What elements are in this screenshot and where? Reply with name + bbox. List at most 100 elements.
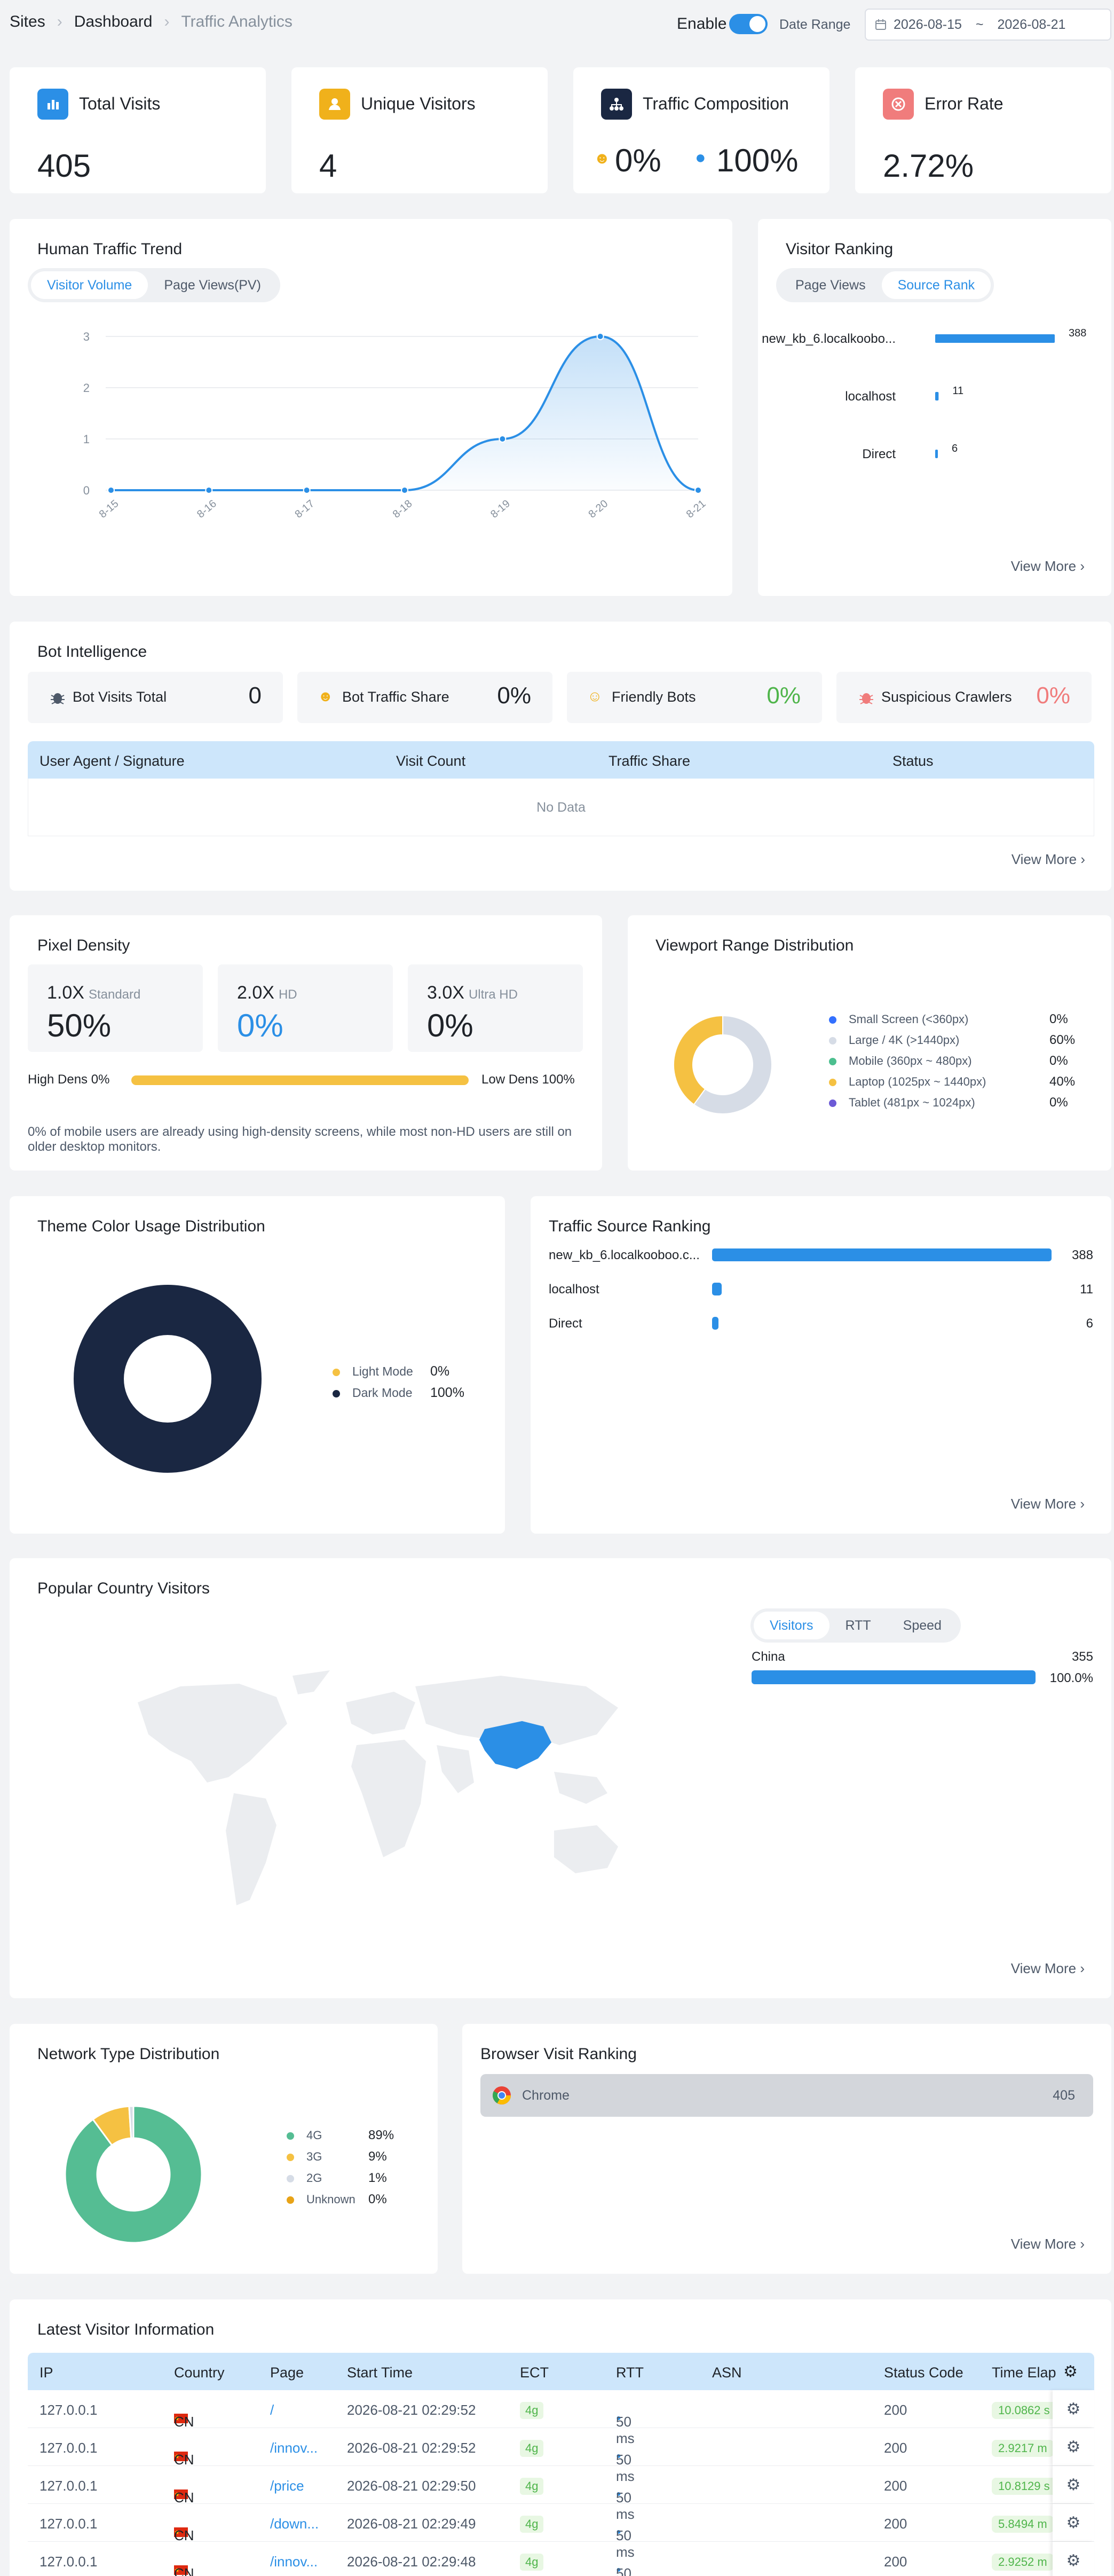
enable-label: Enable — [677, 15, 727, 33]
status-code-cell: 200 — [884, 2554, 907, 2570]
legend-label: Mobile (360px ~ 480px) — [849, 1054, 972, 1067]
y-tick-label: 0 — [83, 484, 90, 497]
close-circle-icon — [883, 89, 914, 120]
density-value: 0% — [237, 1008, 283, 1043]
legend-dot — [287, 2132, 294, 2140]
page-link[interactable]: /price — [270, 2478, 304, 2494]
table-row[interactable]: 127.0.0.1 ★ CN/2026-08-21 02:29:52 4g ● 50 ms… — [28, 2390, 1094, 2446]
start-time-cell: 2026-08-21 02:29:50 — [347, 2478, 476, 2494]
bot-visits-total-value: 0 — [248, 682, 262, 709]
date-range-picker[interactable]: 2026-08-15 ~ 2026-08-21 — [865, 9, 1111, 41]
density-ratio: 1.0X — [47, 983, 84, 1003]
page-link[interactable]: /innov... — [270, 2554, 318, 2570]
breadcrumb-sites[interactable]: Sites — [10, 13, 45, 31]
gear-icon[interactable]: ⚙ — [1053, 2428, 1094, 2465]
density-tile-ultra-hd: 3.0X Ultra HD 0% — [408, 964, 583, 1052]
table-row[interactable]: 127.0.0.1 ★ CN/innov... 2026-08-21 02:29:48… — [28, 2542, 1094, 2576]
data-point — [499, 435, 507, 443]
visitor-ranking-view-more[interactable]: View More › — [1011, 558, 1085, 575]
ect-badge: 4g — [520, 2478, 544, 2495]
unique-visitors-label: Unique Visitors — [361, 94, 476, 113]
page-link[interactable]: / — [270, 2402, 274, 2418]
time-elapsed-badge: 2.9217 m — [992, 2440, 1054, 2457]
col-traffic-share: Traffic Share — [609, 753, 691, 769]
chevron-right-icon: › — [164, 13, 170, 30]
visitor-ranking-card: Visitor Ranking Page Views Source Rank n… — [758, 219, 1111, 596]
table-row[interactable]: 127.0.0.1 ★ CN/down... 2026-08-21 02:29:49 4… — [28, 2504, 1094, 2560]
time-elapsed-badge: 5.8494 m — [992, 2516, 1054, 2533]
x-tick-label: 8-15 — [97, 498, 121, 521]
legend-dot — [829, 1079, 836, 1086]
gear-icon[interactable]: ⚙ — [1058, 2362, 1078, 2381]
legend-label: Unknown — [306, 2193, 355, 2206]
legend-value: 0% — [368, 2192, 387, 2206]
start-time-cell: 2026-08-21 02:29:48 — [347, 2554, 476, 2570]
table-row[interactable]: 127.0.0.1 ★ CN/innov... 2026-08-21 02:29:52… — [28, 2428, 1094, 2484]
page-link[interactable]: /innov... — [270, 2440, 318, 2456]
view-more-label: View More — [1010, 1960, 1077, 1976]
country-view-more[interactable]: View More › — [1011, 1960, 1085, 1977]
chrome-icon — [493, 2086, 511, 2104]
legend-value: 60% — [1049, 1033, 1075, 1047]
density-tile-hd: 2.0X HD 0% — [218, 964, 393, 1052]
donut-slice — [74, 1285, 262, 1473]
legend-label: 2G — [306, 2171, 322, 2185]
legend-dot — [333, 1369, 340, 1376]
gear-icon[interactable]: ⚙ — [1053, 2542, 1094, 2576]
start-time-cell: 2026-08-21 02:29:52 — [347, 2402, 476, 2418]
col-time-elapsed: Time Elap — [992, 2365, 1056, 2381]
gear-icon[interactable]: ⚙ — [1053, 2390, 1094, 2428]
gear-icon[interactable]: ⚙ — [1053, 2504, 1094, 2541]
visitor-ranking-bar-chart: new_kb_6.localkoobo... 388 localhost 11 Dire… — [762, 327, 1086, 461]
bot-traffic-share-label: Bot Traffic Share — [342, 689, 449, 705]
total-visits-card: Total Visits 405 — [10, 67, 266, 193]
density-ratio: 2.0X — [237, 983, 274, 1003]
bar-category-label: localhost — [845, 389, 896, 404]
date-range-label: Date Range — [779, 17, 851, 32]
bar-category-label: Direct — [549, 1316, 582, 1331]
col-page: Page — [270, 2365, 304, 2381]
col-asn: ASN — [712, 2365, 742, 2381]
latest-visitor-title: Latest Visitor Information — [37, 2321, 215, 2338]
table-row[interactable]: 127.0.0.1 ★ CN/price 2026-08-21 02:29:50 4g ●… — [28, 2466, 1094, 2522]
date-end[interactable]: 2026-08-21 — [998, 17, 1066, 33]
high-density-label: High Dens 0% — [28, 1072, 110, 1087]
enable-toggle[interactable] — [729, 14, 768, 34]
user-icon — [319, 89, 350, 120]
ip-cell: 127.0.0.1 — [39, 2440, 98, 2456]
country-bar — [752, 1670, 1036, 1684]
col-start-time: Start Time — [347, 2365, 413, 2381]
bar-value-label: 388 — [1072, 1248, 1093, 1262]
bot-icon: ☻ — [594, 150, 611, 167]
legend-value: 89% — [368, 2128, 394, 2142]
page-link[interactable]: /down... — [270, 2516, 319, 2532]
bar — [712, 1317, 718, 1330]
bar — [712, 1248, 1052, 1261]
error-rate-card: Error Rate 2.72% — [855, 67, 1111, 193]
ip-cell: 127.0.0.1 — [39, 2516, 98, 2532]
browser-row-chrome[interactable]: Chrome 405 — [480, 2074, 1093, 2117]
country-percent: 100.0% — [1050, 1671, 1093, 1685]
status-code-cell: 200 — [884, 2478, 907, 2494]
time-elapsed-badge: 10.0862 s — [992, 2402, 1056, 2419]
status-code-cell: 200 — [884, 2516, 907, 2532]
gear-icon[interactable]: ⚙ — [1053, 2466, 1094, 2503]
density-progress-bar — [131, 1075, 469, 1085]
rtt-value: 50 ms — [616, 2565, 631, 2576]
breadcrumb-dashboard[interactable]: Dashboard — [74, 13, 153, 31]
legend-label: Light Mode — [352, 1364, 413, 1378]
error-rate-value: 2.72% — [883, 148, 974, 184]
bar — [935, 334, 1055, 343]
bot-view-more[interactable]: View More › — [1012, 851, 1085, 868]
pixel-density-note: 0% of mobile users are already using hig… — [28, 1125, 572, 1154]
date-start[interactable]: 2026-08-15 — [894, 17, 962, 33]
legend-label: Laptop (1025px ~ 1440px) — [849, 1075, 986, 1088]
traffic-source-view-more[interactable]: View More › — [1011, 1496, 1085, 1512]
smile-icon: ☺ — [587, 688, 603, 704]
traffic-source-bar-chart: new_kb_6.localkooboo.c... 388 localhost 11 D… — [549, 1248, 1093, 1331]
data-point — [694, 486, 702, 494]
network-card: Network Type Distribution 4G 89% 3G 9% 2G 1% U… — [10, 2024, 438, 2274]
data-point — [303, 486, 311, 494]
x-tick-label: 8-18 — [391, 498, 415, 521]
browser-view-more[interactable]: View More › — [1011, 2236, 1085, 2252]
